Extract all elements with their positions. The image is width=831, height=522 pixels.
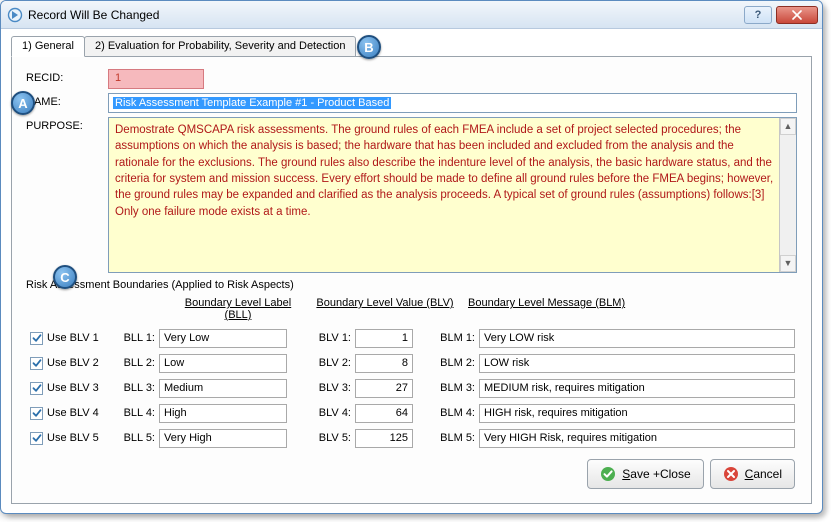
use-blv-label: Use BLV 2 bbox=[47, 357, 113, 369]
purpose-label: PURPOSE: bbox=[26, 117, 108, 132]
tab-evaluation[interactable]: 2) Evaluation for Probability, Severity … bbox=[84, 36, 356, 57]
blv-num-label: BLV 5: bbox=[309, 432, 351, 444]
bll-num-label: BLL 3: bbox=[113, 382, 155, 394]
window-title: Record Will Be Changed bbox=[28, 8, 744, 22]
blm-input[interactable]: MEDIUM risk, requires mitigation bbox=[479, 379, 795, 398]
blv-header: Boundary Level Value (BLV) bbox=[310, 297, 460, 321]
boundary-row: Use BLV 3 BLL 3: Medium BLV 3: 27 BLM 3:… bbox=[26, 377, 797, 399]
use-blv-label: Use BLV 1 bbox=[47, 332, 113, 344]
recid-label: RECID: bbox=[26, 69, 108, 84]
cancel-button[interactable]: Cancel bbox=[710, 459, 795, 489]
check-icon bbox=[600, 466, 616, 482]
blv-input[interactable]: 64 bbox=[355, 404, 413, 423]
bll-input[interactable]: Very High bbox=[159, 429, 287, 448]
dialog-window: Record Will Be Changed ? 1) General 2) E… bbox=[0, 0, 823, 514]
bll-num-label: BLL 1: bbox=[113, 332, 155, 344]
blm-input[interactable]: LOW risk bbox=[479, 354, 795, 373]
boundary-row: Use BLV 4 BLL 4: High BLV 4: 64 BLM 4: H… bbox=[26, 402, 797, 424]
blv-input[interactable]: 1 bbox=[355, 329, 413, 348]
scroll-down-icon[interactable]: ▼ bbox=[780, 255, 796, 272]
blm-header: Boundary Level Message (BLM) bbox=[468, 297, 648, 321]
bll-num-label: BLL 2: bbox=[113, 357, 155, 369]
save-close-button[interactable]: Save +Close bbox=[587, 459, 703, 489]
use-blv-label: Use BLV 3 bbox=[47, 382, 113, 394]
boundary-row: Use BLV 5 BLL 5: Very High BLV 5: 125 BL… bbox=[26, 427, 797, 449]
purpose-scrollbar[interactable]: ▲ ▼ bbox=[779, 118, 796, 272]
blv-input[interactable]: 8 bbox=[355, 354, 413, 373]
use-blv-checkbox[interactable] bbox=[30, 332, 43, 345]
purpose-field[interactable]: Demostrate QMSCAPA risk assessments. The… bbox=[108, 117, 797, 273]
blv-num-label: BLV 3: bbox=[309, 382, 351, 394]
blm-num-label: BLM 5: bbox=[427, 432, 475, 444]
name-field[interactable]: Risk Assessment Template Example #1 - Pr… bbox=[108, 93, 797, 113]
use-blv-label: Use BLV 4 bbox=[47, 407, 113, 419]
cancel-rest: ancel bbox=[753, 467, 782, 481]
blm-num-label: BLM 1: bbox=[427, 332, 475, 344]
blv-num-label: BLV 4: bbox=[309, 407, 351, 419]
help-button[interactable]: ? bbox=[744, 6, 772, 24]
cancel-icon bbox=[723, 466, 739, 482]
blm-input[interactable]: Very LOW risk bbox=[479, 329, 795, 348]
scroll-up-icon[interactable]: ▲ bbox=[780, 118, 796, 135]
blm-input[interactable]: HIGH risk, requires mitigation bbox=[479, 404, 795, 423]
bll-input[interactable]: Low bbox=[159, 354, 287, 373]
use-blv-checkbox[interactable] bbox=[30, 407, 43, 420]
blv-num-label: BLV 1: bbox=[309, 332, 351, 344]
boundary-row: Use BLV 2 BLL 2: Low BLV 2: 8 BLM 2: LOW… bbox=[26, 352, 797, 374]
bll-input[interactable]: Medium bbox=[159, 379, 287, 398]
use-blv-checkbox[interactable] bbox=[30, 382, 43, 395]
blv-num-label: BLV 2: bbox=[309, 357, 351, 369]
titlebar[interactable]: Record Will Be Changed ? bbox=[1, 1, 822, 29]
save-rest: ave +Close bbox=[630, 467, 690, 481]
recid-field[interactable]: 1 bbox=[108, 69, 204, 89]
bll-header: Boundary Level Label (BLL) bbox=[174, 297, 302, 321]
bll-input[interactable]: Very Low bbox=[159, 329, 287, 348]
bll-num-label: BLL 5: bbox=[113, 432, 155, 444]
blm-input[interactable]: Very HIGH Risk, requires mitigation bbox=[479, 429, 795, 448]
blm-num-label: BLM 3: bbox=[427, 382, 475, 394]
use-blv-checkbox[interactable] bbox=[30, 432, 43, 445]
blm-num-label: BLM 2: bbox=[427, 357, 475, 369]
close-button[interactable] bbox=[776, 6, 818, 24]
use-blv-checkbox[interactable] bbox=[30, 357, 43, 370]
cancel-accel: C bbox=[745, 467, 754, 481]
purpose-text: Demostrate QMSCAPA risk assessments. The… bbox=[115, 124, 776, 218]
blm-num-label: BLM 4: bbox=[427, 407, 475, 419]
name-selection: Risk Assessment Template Example #1 - Pr… bbox=[113, 97, 391, 109]
bll-input[interactable]: High bbox=[159, 404, 287, 423]
boundary-row: Use BLV 1 BLL 1: Very Low BLV 1: 1 BLM 1… bbox=[26, 327, 797, 349]
tabstrip: 1) General 2) Evaluation for Probability… bbox=[11, 35, 812, 57]
blv-input[interactable]: 27 bbox=[355, 379, 413, 398]
app-icon bbox=[7, 7, 23, 23]
tab-panel-general: RECID: 1 NAME: Risk Assessment Template … bbox=[11, 57, 812, 504]
use-blv-label: Use BLV 5 bbox=[47, 432, 113, 444]
bll-num-label: BLL 4: bbox=[113, 407, 155, 419]
boundaries-group-label: Risk Assessment Boundaries (Applied to R… bbox=[26, 279, 797, 291]
tab-general[interactable]: 1) General bbox=[11, 36, 85, 57]
name-label: NAME: bbox=[26, 93, 108, 108]
blv-input[interactable]: 125 bbox=[355, 429, 413, 448]
